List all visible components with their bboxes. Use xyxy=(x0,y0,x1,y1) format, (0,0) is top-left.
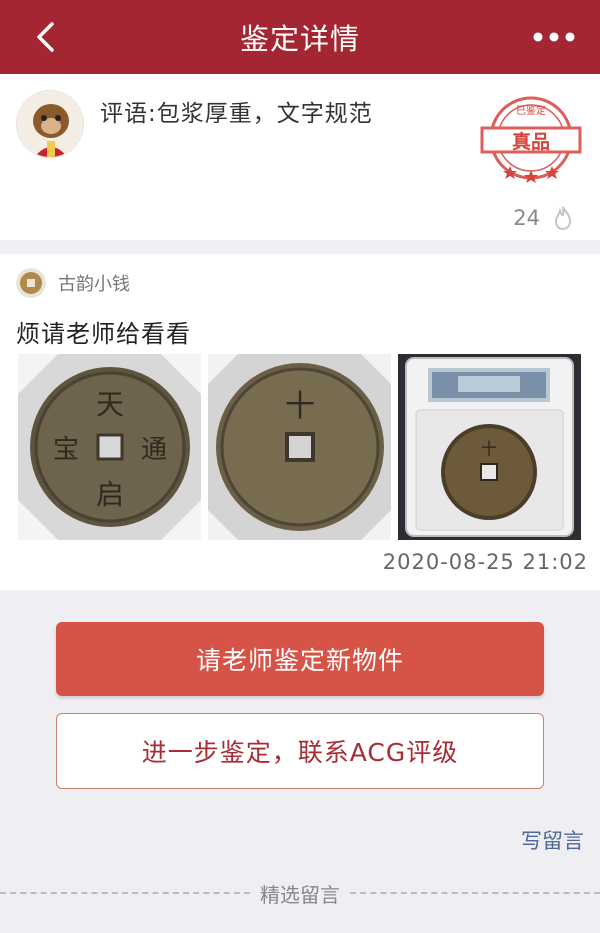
author-avatar xyxy=(16,268,46,298)
svg-text:天: 天 xyxy=(96,388,124,421)
fire-count: 24 xyxy=(513,206,540,230)
svg-text:十: 十 xyxy=(481,439,497,458)
divider-line-left xyxy=(0,892,250,894)
seal-top-text: 已鉴定 xyxy=(516,104,546,117)
top-nav-bar: 鉴定详情 xyxy=(0,0,600,74)
popularity-counter[interactable]: 24 xyxy=(513,206,574,230)
expert-avatar[interactable] xyxy=(16,90,84,158)
photo-gallery: 天 启 通 宝 十 十 xyxy=(18,354,581,540)
acg-grading-button[interactable]: 进一步鉴定，联系ACG评级 xyxy=(56,713,544,789)
featured-comments-label: 精选留言 xyxy=(260,882,340,907)
user-post-card: 古韵小钱 烦请老师给看看 天 启 通 宝 十 十 2020-08-25 21:0… xyxy=(0,254,600,590)
svg-text:启: 启 xyxy=(96,478,124,511)
more-dots-icon[interactable] xyxy=(532,25,576,49)
post-timestamp: 2020-08-25 21:02 xyxy=(382,550,588,574)
post-text: 烦请老师给看看 xyxy=(16,320,191,348)
request-appraisal-button[interactable]: 请老师鉴定新物件 xyxy=(56,622,544,696)
divider-line-right xyxy=(350,892,600,894)
featured-comments-divider: 精选留言 xyxy=(0,876,600,910)
coin-obverse-photo[interactable]: 天 启 通 宝 xyxy=(18,354,201,540)
appraisal-comment: 评语:包浆厚重，文字规范 xyxy=(100,101,373,127)
write-comment-link[interactable]: 写留言 xyxy=(521,825,584,855)
authentic-seal-stamp: 已鉴定 真品 xyxy=(480,96,582,183)
svg-text:通: 通 xyxy=(141,435,167,465)
chevron-left-icon[interactable] xyxy=(30,20,64,54)
svg-text:宝: 宝 xyxy=(53,435,79,465)
seal-main-text: 真品 xyxy=(512,130,550,153)
post-author[interactable]: 古韵小钱 xyxy=(16,268,130,298)
flame-icon xyxy=(554,206,572,230)
appraisal-review-card: 评语:包浆厚重，文字规范 已鉴定 真品 24 xyxy=(0,74,600,240)
coin-slab-photo[interactable]: 十 xyxy=(398,354,581,540)
author-name: 古韵小钱 xyxy=(58,274,130,295)
page-title: 鉴定详情 xyxy=(239,22,360,56)
coin-reverse-photo[interactable]: 十 xyxy=(208,354,391,540)
svg-text:十: 十 xyxy=(285,389,315,424)
